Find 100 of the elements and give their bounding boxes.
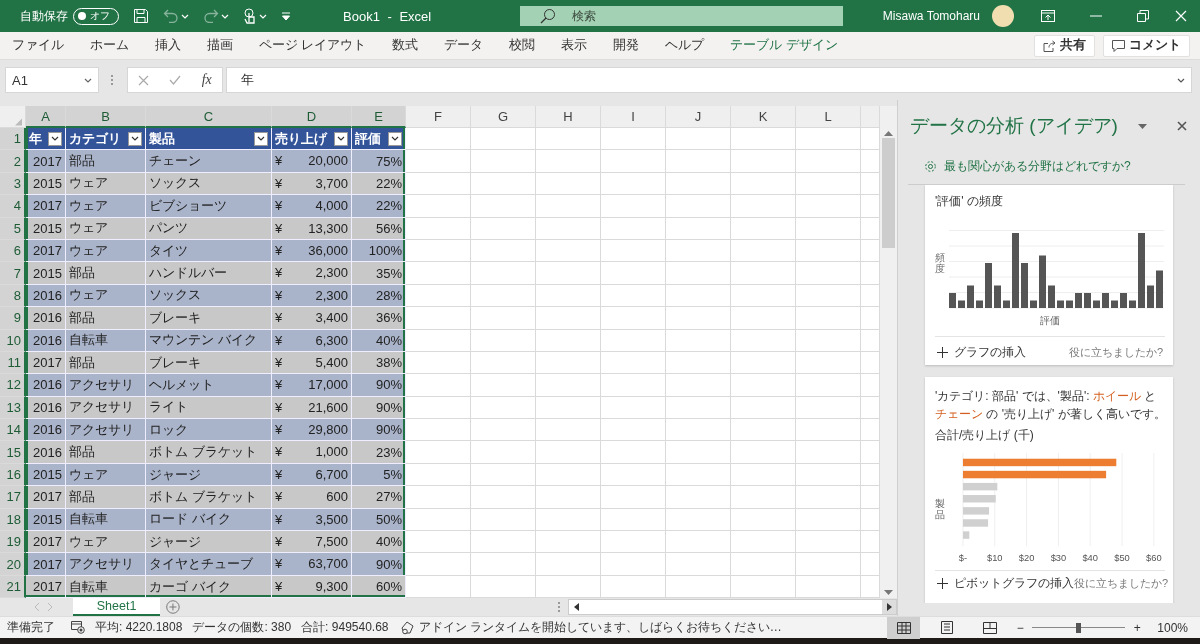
empty-cell[interactable]	[731, 553, 796, 576]
column-header[interactable]: B	[66, 106, 146, 128]
ribbon-tab[interactable]: 描画	[207, 37, 233, 54]
empty-cell[interactable]	[601, 463, 666, 487]
empty-cell[interactable]	[471, 262, 536, 285]
empty-cell[interactable]	[731, 307, 796, 330]
empty-cell[interactable]	[731, 374, 796, 397]
row-header[interactable]: 12	[0, 374, 26, 397]
empty-cell[interactable]	[731, 172, 796, 196]
row-header[interactable]: 7	[0, 262, 26, 285]
ribbon-tab[interactable]: 開発	[613, 37, 640, 54]
feedback-link[interactable]: 役に立ちましたか?	[1074, 576, 1169, 591]
empty-cell[interactable]	[731, 463, 796, 487]
sheet-tab[interactable]: Sheet1	[73, 598, 161, 616]
row-header[interactable]: 1	[0, 128, 26, 151]
empty-cell[interactable]	[666, 486, 731, 509]
empty-cell[interactable]	[731, 396, 796, 420]
empty-cell[interactable]	[731, 486, 796, 509]
empty-cell[interactable]	[601, 172, 666, 196]
empty-cell[interactable]	[536, 262, 601, 285]
empty-cell[interactable]	[471, 150, 536, 173]
view-button[interactable]	[887, 616, 921, 639]
column-header[interactable]: I	[601, 106, 666, 128]
row-header[interactable]: 13	[0, 396, 26, 420]
empty-cell[interactable]	[666, 553, 731, 576]
ribbon-tab[interactable]: データ	[444, 37, 484, 54]
empty-cell[interactable]	[601, 396, 666, 420]
filter-button[interactable]	[254, 131, 268, 146]
empty-cell[interactable]	[666, 329, 731, 352]
empty-cell[interactable]	[666, 508, 731, 532]
empty-cell[interactable]	[471, 508, 536, 532]
empty-cell[interactable]	[731, 239, 796, 263]
empty-cell[interactable]	[471, 486, 536, 509]
empty-cell[interactable]	[601, 486, 666, 509]
empty-cell[interactable]	[796, 239, 861, 263]
empty-cell[interactable]	[666, 239, 731, 263]
empty-cell[interactable]	[536, 217, 601, 240]
empty-cell[interactable]	[796, 463, 861, 487]
empty-cell[interactable]	[731, 441, 796, 464]
row-header[interactable]: 11	[0, 351, 26, 375]
column-header[interactable]: G	[471, 106, 536, 128]
empty-cell[interactable]	[536, 128, 601, 151]
ribbon-tab[interactable]: 校閲	[509, 37, 536, 54]
scroll-left-icon[interactable]	[573, 603, 579, 611]
select-all-button[interactable]	[0, 106, 26, 128]
empty-cell[interactable]	[796, 284, 861, 308]
empty-cell[interactable]	[666, 351, 731, 375]
empty-cell[interactable]	[666, 419, 731, 442]
ribbon-tab[interactable]: ヘルプ	[665, 37, 705, 54]
empty-cell[interactable]	[471, 128, 536, 151]
empty-cell[interactable]	[601, 307, 666, 330]
empty-cell[interactable]	[796, 553, 861, 576]
scroll-right-icon[interactable]	[886, 603, 892, 611]
empty-cell[interactable]	[536, 419, 601, 442]
empty-cell[interactable]	[796, 172, 861, 196]
column-header[interactable]: J	[666, 106, 731, 128]
empty-cell[interactable]	[601, 195, 666, 218]
empty-cell[interactable]	[536, 508, 601, 532]
empty-cell[interactable]	[666, 195, 731, 218]
customize-icon[interactable]	[281, 11, 291, 21]
row-header[interactable]: 20	[0, 553, 26, 576]
empty-cell[interactable]	[601, 508, 666, 532]
previous-sheet-icon[interactable]	[34, 603, 39, 611]
slider-thumb[interactable]	[1076, 622, 1082, 633]
empty-cell[interactable]	[471, 195, 536, 218]
row-header[interactable]: 6	[0, 239, 26, 263]
empty-cell[interactable]	[601, 262, 666, 285]
empty-cell[interactable]	[471, 463, 536, 487]
filter-button[interactable]	[388, 131, 402, 146]
insert-button[interactable]: グラフの挿入	[937, 344, 1026, 361]
empty-cell[interactable]	[536, 329, 601, 352]
empty-cell[interactable]	[536, 307, 601, 330]
empty-cell[interactable]	[601, 531, 666, 554]
empty-cell[interactable]	[731, 262, 796, 285]
search-field[interactable]: 検索	[520, 6, 844, 26]
ribbon-tab[interactable]: 表示	[561, 37, 588, 54]
feedback-link[interactable]: 役に立ちましたか?	[1068, 345, 1163, 360]
row-header[interactable]: 19	[0, 531, 26, 554]
empty-cell[interactable]	[536, 463, 601, 487]
empty-cell[interactable]	[601, 351, 666, 375]
close-icon[interactable]	[1177, 121, 1187, 131]
empty-cell[interactable]	[471, 351, 536, 375]
empty-cell[interactable]	[536, 195, 601, 218]
row-header[interactable]: 9	[0, 307, 26, 330]
filter-button[interactable]	[334, 131, 348, 146]
ribbon-tab[interactable]: 数式	[392, 37, 419, 54]
empty-cell[interactable]	[536, 486, 601, 509]
empty-cell[interactable]	[731, 508, 796, 532]
empty-cell[interactable]	[471, 307, 536, 330]
empty-cell[interactable]	[666, 128, 731, 151]
empty-cell[interactable]	[796, 128, 861, 151]
column-header[interactable]: A	[26, 106, 66, 128]
ribbon-tab[interactable]: 挿入	[155, 37, 181, 54]
empty-cell[interactable]	[731, 195, 796, 218]
empty-cell[interactable]	[471, 284, 536, 308]
empty-cell[interactable]	[666, 150, 731, 173]
column-header[interactable]: H	[536, 106, 601, 128]
empty-cell[interactable]	[536, 553, 601, 576]
empty-cell[interactable]	[796, 486, 861, 509]
row-header[interactable]: 15	[0, 441, 26, 464]
